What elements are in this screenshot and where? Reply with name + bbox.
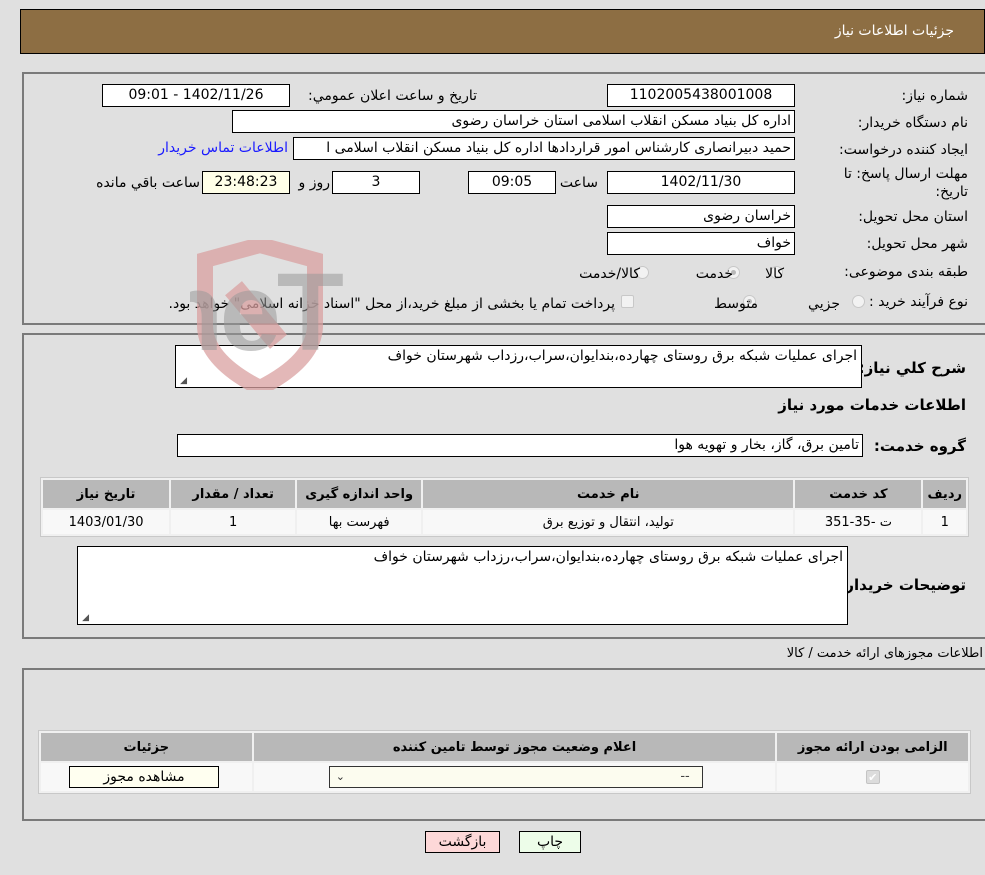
cell-details: مشاهده مجوز bbox=[41, 763, 252, 791]
col-row: ردیف bbox=[923, 480, 966, 508]
need-info-panel: شماره نیاز: 1102005438001008 تاریخ و ساع… bbox=[22, 72, 985, 325]
required-checkbox[interactable]: ✔ bbox=[865, 769, 880, 784]
back-button[interactable]: بازگشت bbox=[425, 831, 500, 853]
deadline-label-line1: مهلت ارسال پاسخ: تا bbox=[843, 166, 968, 182]
col-required: الزامی بودن ارائه مجوز bbox=[777, 733, 968, 761]
col-name: نام خدمت bbox=[423, 480, 794, 508]
cell-code: ت -35-351 bbox=[795, 510, 922, 534]
process-option-medium: متوسط bbox=[714, 296, 758, 312]
page-title: جزئیات اطلاعات نیاز bbox=[834, 23, 954, 39]
buyer-notes-textarea[interactable]: اجرای عملیات شبکه برق روستای چهارده،بندا… bbox=[77, 546, 848, 625]
deadline-time-label: ساعت bbox=[559, 175, 598, 191]
description-textarea[interactable]: اجرای عملیات شبکه برق روستای چهارده،بندا… bbox=[175, 345, 862, 388]
cell-status: ⌄ -- bbox=[253, 763, 776, 791]
view-permit-button[interactable]: مشاهده مجوز bbox=[69, 766, 219, 788]
service-group-field[interactable]: تامین برق، گاز، بخار و تهویه هوا bbox=[177, 434, 863, 457]
cell-row: 1 bbox=[923, 510, 966, 534]
process-radio-minor[interactable] bbox=[852, 295, 865, 308]
category-label: طبقه بندی موضوعی: bbox=[844, 264, 968, 280]
city-label: شهر محل تحویل: bbox=[866, 236, 968, 252]
page-header: جزئیات اطلاعات نیاز bbox=[20, 9, 985, 54]
deadline-date-field[interactable]: 1402/11/30 bbox=[607, 171, 795, 194]
resize-handle-icon[interactable]: ◢ bbox=[178, 377, 187, 386]
col-qty: تعداد / مقدار bbox=[171, 480, 296, 508]
deadline-label-line2: تاریخ: bbox=[935, 184, 968, 200]
col-date: تاریخ نیاز bbox=[43, 480, 170, 508]
permits-panel: الزامی بودن ارائه مجوز اعلام وضعیت مجوز … bbox=[22, 668, 985, 821]
permits-table-header: الزامی بودن ارائه مجوز اعلام وضعیت مجوز … bbox=[41, 733, 968, 761]
need-number-field[interactable]: 1102005438001008 bbox=[607, 84, 795, 107]
treasury-checkbox[interactable] bbox=[621, 295, 634, 308]
buyer-notes-text: اجرای عملیات شبکه برق روستای چهارده،بندا… bbox=[373, 549, 843, 565]
service-group-label: گروه خدمت: bbox=[873, 437, 966, 455]
col-details: جزئیات bbox=[41, 733, 252, 761]
buyer-org-field[interactable]: اداره کل بنیاد مسکن انقلاب اسلامی استان … bbox=[232, 110, 795, 133]
buyer-contact-link[interactable]: اطلاعات تماس خریدار bbox=[158, 140, 288, 156]
permits-section-title: اطلاعات مجوزهای ارائه خدمت / کالا bbox=[786, 646, 983, 661]
category-option-goods: کالا bbox=[765, 266, 784, 282]
permit-status-select[interactable]: ⌄ -- bbox=[328, 766, 703, 788]
col-unit: واحد اندازه گیری bbox=[297, 480, 422, 508]
cell-date: 1403/01/30 bbox=[43, 510, 170, 534]
services-table: ردیف کد خدمت نام خدمت واحد اندازه گیری ت… bbox=[40, 477, 969, 537]
requester-label: ایجاد کننده درخواست: bbox=[839, 142, 968, 158]
province-label: استان محل تحویل: bbox=[858, 209, 968, 225]
buyer-notes-label: توضیحات خریدار: bbox=[839, 576, 966, 594]
chevron-down-icon: ⌄ bbox=[335, 770, 345, 783]
table-row: ✔ ⌄ -- مشاهده مجوز bbox=[41, 763, 968, 791]
resize-handle-icon[interactable]: ◢ bbox=[80, 614, 89, 623]
description-text: اجرای عملیات شبکه برق روستای چهارده،بندا… bbox=[387, 348, 857, 364]
requester-field[interactable]: حمید دبیرانصاری کارشناس امور قراردادها ا… bbox=[293, 137, 795, 160]
need-number-label: شماره نیاز: bbox=[901, 88, 969, 104]
services-section-title: اطلاعات خدمات مورد نیاز bbox=[778, 396, 966, 414]
remaining-days-field: 3 bbox=[332, 171, 420, 194]
buyer-org-label: نام دستگاه خریدار: bbox=[857, 115, 968, 131]
treasury-note: پرداخت تمام یا بخشی از مبلغ خرید،از محل … bbox=[168, 296, 615, 312]
description-panel: شرح کلي نیاز: اجرای عملیات شبکه برق روست… bbox=[22, 333, 985, 639]
print-button[interactable]: چاپ bbox=[519, 831, 581, 853]
col-code: کد خدمت bbox=[795, 480, 922, 508]
cell-name: تولید، انتقال و توزیع برق bbox=[423, 510, 794, 534]
table-row: 1 ت -35-351 تولید، انتقال و توزیع برق فه… bbox=[43, 510, 966, 534]
col-status: اعلام وضعیت مجوز توسط تامین کننده bbox=[253, 733, 776, 761]
deadline-time-field[interactable]: 09:05 bbox=[468, 171, 556, 194]
category-option-goods-service: کالا/خدمت bbox=[579, 266, 640, 282]
cell-qty: 1 bbox=[171, 510, 296, 534]
cell-unit: فهرست بها bbox=[297, 510, 422, 534]
permit-status-value: -- bbox=[680, 769, 690, 784]
announce-date-label: تاریخ و ساعت اعلان عمومي: bbox=[308, 88, 477, 104]
description-label: شرح کلي نیاز: bbox=[858, 359, 966, 377]
announce-date-field[interactable]: 1402/11/26 - 09:01 bbox=[102, 84, 290, 107]
remaining-time-field: 23:48:23 bbox=[202, 171, 290, 194]
process-option-minor: جزيي bbox=[808, 296, 840, 312]
cell-required: ✔ bbox=[777, 763, 968, 791]
services-table-header: ردیف کد خدمت نام خدمت واحد اندازه گیری ت… bbox=[43, 480, 966, 508]
city-field[interactable]: خواف bbox=[607, 232, 795, 255]
province-field[interactable]: خراسان رضوی bbox=[607, 205, 795, 228]
remaining-time-label: ساعت باقي مانده bbox=[96, 175, 200, 191]
permits-table: الزامی بودن ارائه مجوز اعلام وضعیت مجوز … bbox=[38, 730, 971, 794]
category-option-service: خدمت bbox=[695, 266, 733, 282]
remaining-days-label: روز و bbox=[298, 175, 331, 191]
process-label: نوع فرآیند خرید : bbox=[869, 294, 968, 310]
